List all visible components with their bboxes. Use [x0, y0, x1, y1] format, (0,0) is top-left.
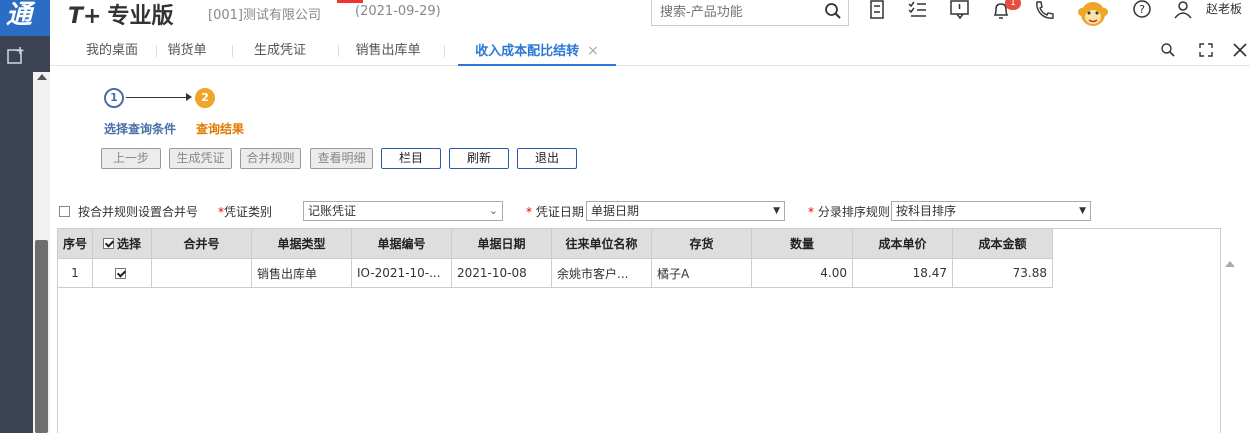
close-icon[interactable]: ×	[587, 43, 599, 59]
col-doc-no[interactable]: 单据编号	[352, 229, 452, 259]
cell-partner: 余姚市客户...	[552, 259, 652, 288]
cell-merge-no[interactable]	[152, 259, 252, 288]
merge-rule-button[interactable]: 合并规则	[240, 148, 301, 169]
tab-separator	[232, 45, 233, 57]
table-header: 序号 选择 合并号 单据类型 单据编号 单据日期 往来单位名称 存货 数量 成本…	[58, 229, 1053, 259]
tab-sales-outbound[interactable]: 销售出库单	[348, 36, 428, 66]
chevron-down-icon: ▼	[1079, 206, 1086, 216]
step-2-circle: 2	[195, 88, 215, 108]
checklist-icon[interactable]	[907, 0, 929, 22]
step-1-circle[interactable]: 1	[104, 88, 124, 108]
tab-separator	[338, 45, 339, 57]
step-1-label[interactable]: 选择查询条件	[104, 120, 176, 137]
search-icon[interactable]	[824, 2, 842, 20]
step-2-label: 查询结果	[196, 122, 245, 136]
exit-button[interactable]: 退出	[517, 148, 577, 169]
search-icon[interactable]	[1160, 42, 1176, 58]
notification-badge: 1	[1005, 0, 1021, 10]
merge-rule-label: 按合并规则设置合并号	[78, 205, 199, 219]
columns-button[interactable]: 栏目	[381, 148, 441, 169]
refresh-button[interactable]: 刷新	[449, 148, 509, 169]
cell-cost-amount: 73.88	[953, 259, 1053, 288]
calculator-icon[interactable]	[866, 0, 888, 22]
voucher-date-value: 单据日期	[591, 204, 640, 218]
col-stock[interactable]: 存货	[652, 229, 752, 259]
col-cost-amount[interactable]: 成本金额	[953, 229, 1053, 259]
close-icon[interactable]	[1232, 42, 1248, 58]
col-partner[interactable]: 往来单位名称	[552, 229, 652, 259]
search-box[interactable]	[651, 0, 849, 26]
row-checkbox[interactable]	[115, 267, 126, 279]
login-date: (2021-09-29)	[355, 4, 441, 19]
tab-separator	[444, 45, 445, 57]
tab-bar: 我的桌面 销货单 生成凭证 销售出库单 收入成本配比结转 ×	[50, 36, 1250, 66]
svg-text:?: ?	[1139, 3, 1145, 16]
voucher-type-select[interactable]: 记账凭证 ⌄	[303, 201, 503, 221]
sort-rule-select[interactable]: 按科目排序 ▼	[891, 201, 1091, 221]
col-select[interactable]: 选择	[93, 229, 152, 259]
col-doc-type[interactable]: 单据类型	[252, 229, 352, 259]
cell-qty: 4.00	[752, 259, 853, 288]
col-qty[interactable]: 数量	[752, 229, 853, 259]
merge-rule-checkbox[interactable]	[59, 206, 70, 217]
help-icon[interactable]: ?	[1131, 0, 1153, 22]
step-connector	[126, 97, 190, 98]
sort-rule-label: * 分录排序规则	[808, 205, 890, 219]
select-all-checkbox[interactable]	[102, 238, 114, 249]
user-name[interactable]: 赵老板	[1206, 0, 1242, 17]
cell-stock: 橘子A	[652, 259, 752, 288]
user-icon[interactable]	[1172, 0, 1194, 22]
chevron-down-icon: ▼	[773, 206, 780, 216]
logo-text: 通	[6, 0, 33, 30]
col-index[interactable]: 序号	[58, 229, 93, 259]
tab-separator	[156, 45, 157, 57]
new-window-icon[interactable]	[6, 46, 26, 66]
accent-mark	[337, 0, 363, 3]
col-unit-cost[interactable]: 成本单价	[853, 229, 953, 259]
vertical-scrollbar[interactable]	[33, 72, 50, 433]
col-doc-date[interactable]: 单据日期	[452, 229, 552, 259]
voucher-type-value: 记账凭证	[308, 204, 357, 218]
cell-doc-type: 销售出库单	[252, 259, 352, 288]
prev-step-button[interactable]: 上一步	[101, 148, 161, 169]
brand: T+ 专业版	[68, 0, 173, 30]
scroll-up-arrow[interactable]	[1225, 261, 1235, 267]
fullscreen-icon[interactable]	[1198, 42, 1214, 58]
app-logo[interactable]: 通	[0, 0, 50, 36]
cell-unit-cost: 18.47	[853, 259, 953, 288]
voucher-type-label: *凭证类别	[218, 205, 273, 219]
phone-icon[interactable]	[1033, 0, 1055, 22]
tab-revenue-cost-matching[interactable]: 收入成本配比结转 ×	[458, 36, 616, 66]
cell-index: 1	[58, 259, 93, 288]
col-merge-no[interactable]: 合并号	[152, 229, 252, 259]
view-detail-button[interactable]: 查看明细	[310, 148, 373, 169]
cell-doc-date: 2021-10-08	[452, 259, 552, 288]
tab-generate-voucher[interactable]: 生成凭证	[240, 36, 320, 66]
table-scrollbar[interactable]	[1220, 228, 1238, 433]
table-row[interactable]: 1 销售出库单 IO-2021-10-... 2021-10-08 余姚市客户.…	[58, 259, 1053, 288]
monkey-mascot-icon[interactable]	[1076, 0, 1110, 30]
chevron-down-icon: ⌄	[488, 204, 498, 217]
voucher-date-label: * 凭证日期	[526, 205, 584, 219]
sort-rule-value: 按科目排序	[896, 204, 957, 218]
step-arrow	[186, 93, 192, 101]
cell-select[interactable]	[93, 259, 152, 288]
tab-desktop[interactable]: 我的桌面	[74, 36, 150, 66]
generate-voucher-button[interactable]: 生成凭证	[169, 148, 232, 169]
brand-prefix: T+	[68, 4, 102, 29]
tab-sales-order[interactable]: 销货单	[160, 36, 214, 66]
search-input[interactable]	[652, 0, 812, 24]
message-icon[interactable]	[949, 0, 971, 22]
scroll-up-arrow[interactable]	[37, 74, 47, 80]
company-name: [001]测试有限公司	[208, 8, 321, 23]
scrollbar-thumb[interactable]	[35, 240, 48, 433]
tab-label: 收入成本配比结转	[475, 44, 580, 59]
top-header: 通 T+专业版 [001]测试有限公司 (2021-09-29) 1 ? 赵老板	[0, 0, 1250, 36]
voucher-date-select[interactable]: 单据日期 ▼	[586, 201, 785, 221]
brand-name: 专业版	[107, 4, 174, 29]
cell-doc-no[interactable]: IO-2021-10-...	[352, 259, 452, 288]
result-table: 序号 选择 合并号 单据类型 单据编号 单据日期 往来单位名称 存货 数量 成本…	[57, 228, 1238, 433]
